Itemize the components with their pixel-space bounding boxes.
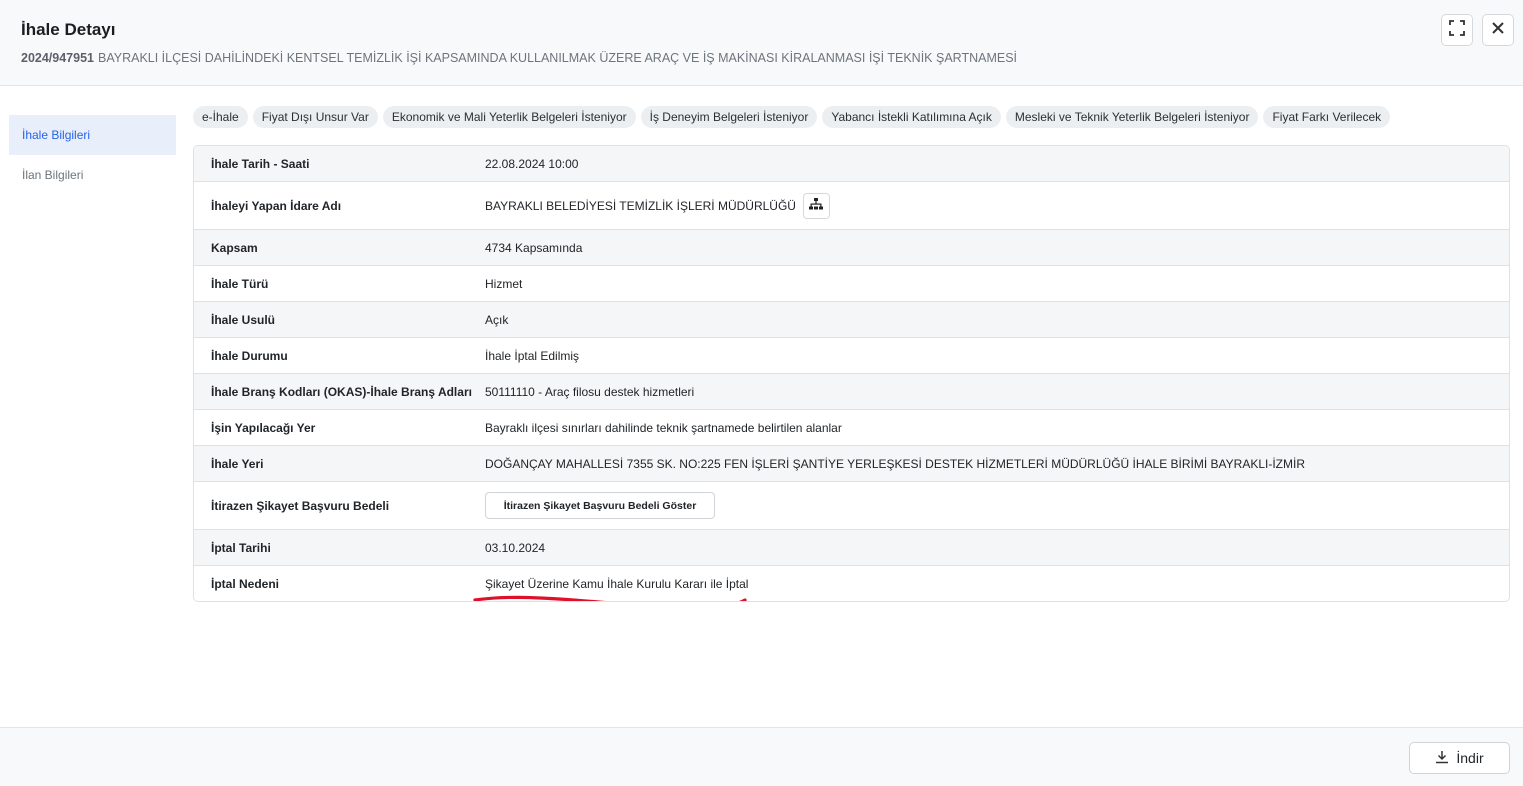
table-row: İhale Usulü Açık xyxy=(194,302,1509,338)
badge: Yabancı İstekli Katılımına Açık xyxy=(822,106,1001,128)
table-row: Kapsam 4734 Kapsamında xyxy=(194,230,1509,266)
close-button[interactable] xyxy=(1482,14,1514,46)
table-row: İhale Yeri DOĞANÇAY MAHALLESİ 7355 SK. N… xyxy=(194,446,1509,482)
feature-badges: e-İhale Fiyat Dışı Unsur Var Ekonomik ve… xyxy=(193,106,1391,128)
tender-number: 2024/947951 xyxy=(21,51,94,65)
table-row: İhale Durumu İhale İptal Edilmiş xyxy=(194,338,1509,374)
show-objection-fee-button[interactable]: İtirazen Şikayet Başvuru Bedeli Göster xyxy=(485,492,715,519)
tender-subtitle: 2024/947951 BAYRAKLI İLÇESİ DAHİLİNDEKİ K… xyxy=(21,51,1017,65)
row-value: BAYRAKLI BELEDİYESİ TEMİZLİK İŞLERİ MÜDÜ… xyxy=(485,192,1509,219)
row-value: 22.08.2024 10:00 xyxy=(485,156,579,171)
row-value: DOĞANÇAY MAHALLESİ 7355 SK. NO:225 FEN İ… xyxy=(485,456,1306,471)
row-value: 03.10.2024 xyxy=(485,540,546,555)
row-label: İptal Nedeni xyxy=(211,576,280,591)
table-row: İşin Yapılacağı Yer Bayraklı ilçesi sını… xyxy=(194,410,1509,446)
row-value: 50111110 - Araç filosu destek hizmetleri xyxy=(485,384,695,399)
badge: İş Deneyim Belgeleri İsteniyor xyxy=(640,106,818,128)
badge: Fiyat Farkı Verilecek xyxy=(1263,106,1391,128)
close-icon xyxy=(1492,21,1504,39)
sidebar: İhale Bilgileri İlan Bilgileri xyxy=(9,115,176,195)
tender-name: BAYRAKLI İLÇESİ DAHİLİNDEKİ KENTSEL TEMİ… xyxy=(98,51,1018,65)
badge: Mesleki ve Teknik Yeterlik Belgeleri İst… xyxy=(1005,106,1259,128)
row-label: İtirazen Şikayet Başvuru Bedeli xyxy=(211,498,390,513)
authority-name: BAYRAKLI BELEDİYESİ TEMİZLİK İŞLERİ MÜDÜ… xyxy=(485,198,796,213)
expand-icon xyxy=(1449,19,1465,41)
table-row: İhaleyi Yapan İdare Adı BAYRAKLI BELEDİY… xyxy=(194,182,1509,230)
row-label: İhale Yeri xyxy=(211,456,264,471)
row-value: Açık xyxy=(485,312,509,327)
row-value: 4734 Kapsamında xyxy=(485,240,583,255)
download-button[interactable]: İndir xyxy=(1409,742,1510,774)
red-underline-annotation xyxy=(473,595,747,601)
row-value: Hizmet xyxy=(485,276,523,291)
org-chart-button[interactable] xyxy=(802,192,830,219)
row-value: Bayraklı ilçesi sınırları dahilinde tekn… xyxy=(485,420,842,435)
row-label: İhaleyi Yapan İdare Adı xyxy=(211,198,342,213)
modal-header: İhale Detayı 2024/947951 BAYRAKLI İLÇESİ … xyxy=(0,0,1523,86)
fullscreen-button[interactable] xyxy=(1441,14,1473,46)
row-label: İhale Branş Kodları (OKAS)-İhale Branş A… xyxy=(211,384,472,399)
row-value: Şikayet Üzerine Kamu İhale Kurulu Kararı… xyxy=(473,576,1509,601)
table-row: İptal Tarihi 03.10.2024 xyxy=(194,530,1509,566)
sidebar-item-ihale-bilgileri[interactable]: İhale Bilgileri xyxy=(9,115,176,155)
sitemap-icon xyxy=(809,198,824,213)
sidebar-item-ilan-bilgileri[interactable]: İlan Bilgileri xyxy=(9,155,176,195)
badge: Fiyat Dışı Unsur Var xyxy=(252,106,378,128)
row-value: İtirazen Şikayet Başvuru Bedeli Göster xyxy=(485,492,1509,519)
row-value: İhale İptal Edilmiş xyxy=(485,348,580,363)
table-row: İtirazen Şikayet Başvuru Bedeli İtirazen… xyxy=(194,482,1509,530)
row-label: İhale Tarih - Saati xyxy=(211,156,310,171)
row-label: İptal Tarihi xyxy=(211,540,271,555)
row-label: İhale Durumu xyxy=(211,348,288,363)
row-label: İhale Türü xyxy=(211,276,269,291)
table-row: İptal Nedeni Şikayet Üzerine Kamu İhale … xyxy=(194,566,1509,601)
row-label: İhale Usulü xyxy=(211,312,276,327)
badge: Ekonomik ve Mali Yeterlik Belgeleri İste… xyxy=(382,106,636,128)
cancel-reason-text: Şikayet Üzerine Kamu İhale Kurulu Kararı… xyxy=(485,576,749,591)
download-icon xyxy=(1435,750,1449,767)
modal-title: İhale Detayı xyxy=(21,20,116,39)
download-label: İndir xyxy=(1456,750,1484,766)
table-row: İhale Branş Kodları (OKAS)-İhale Branş A… xyxy=(194,374,1509,410)
badge: e-İhale xyxy=(193,106,248,128)
table-row: İhale Tarih - Saati 22.08.2024 10:00 xyxy=(194,146,1509,182)
details-table: İhale Tarih - Saati 22.08.2024 10:00 İha… xyxy=(193,145,1510,602)
row-label: İşin Yapılacağı Yer xyxy=(211,420,316,435)
modal-footer: İndir xyxy=(0,727,1523,786)
row-label: Kapsam xyxy=(211,240,258,255)
table-row: İhale Türü Hizmet xyxy=(194,266,1509,302)
